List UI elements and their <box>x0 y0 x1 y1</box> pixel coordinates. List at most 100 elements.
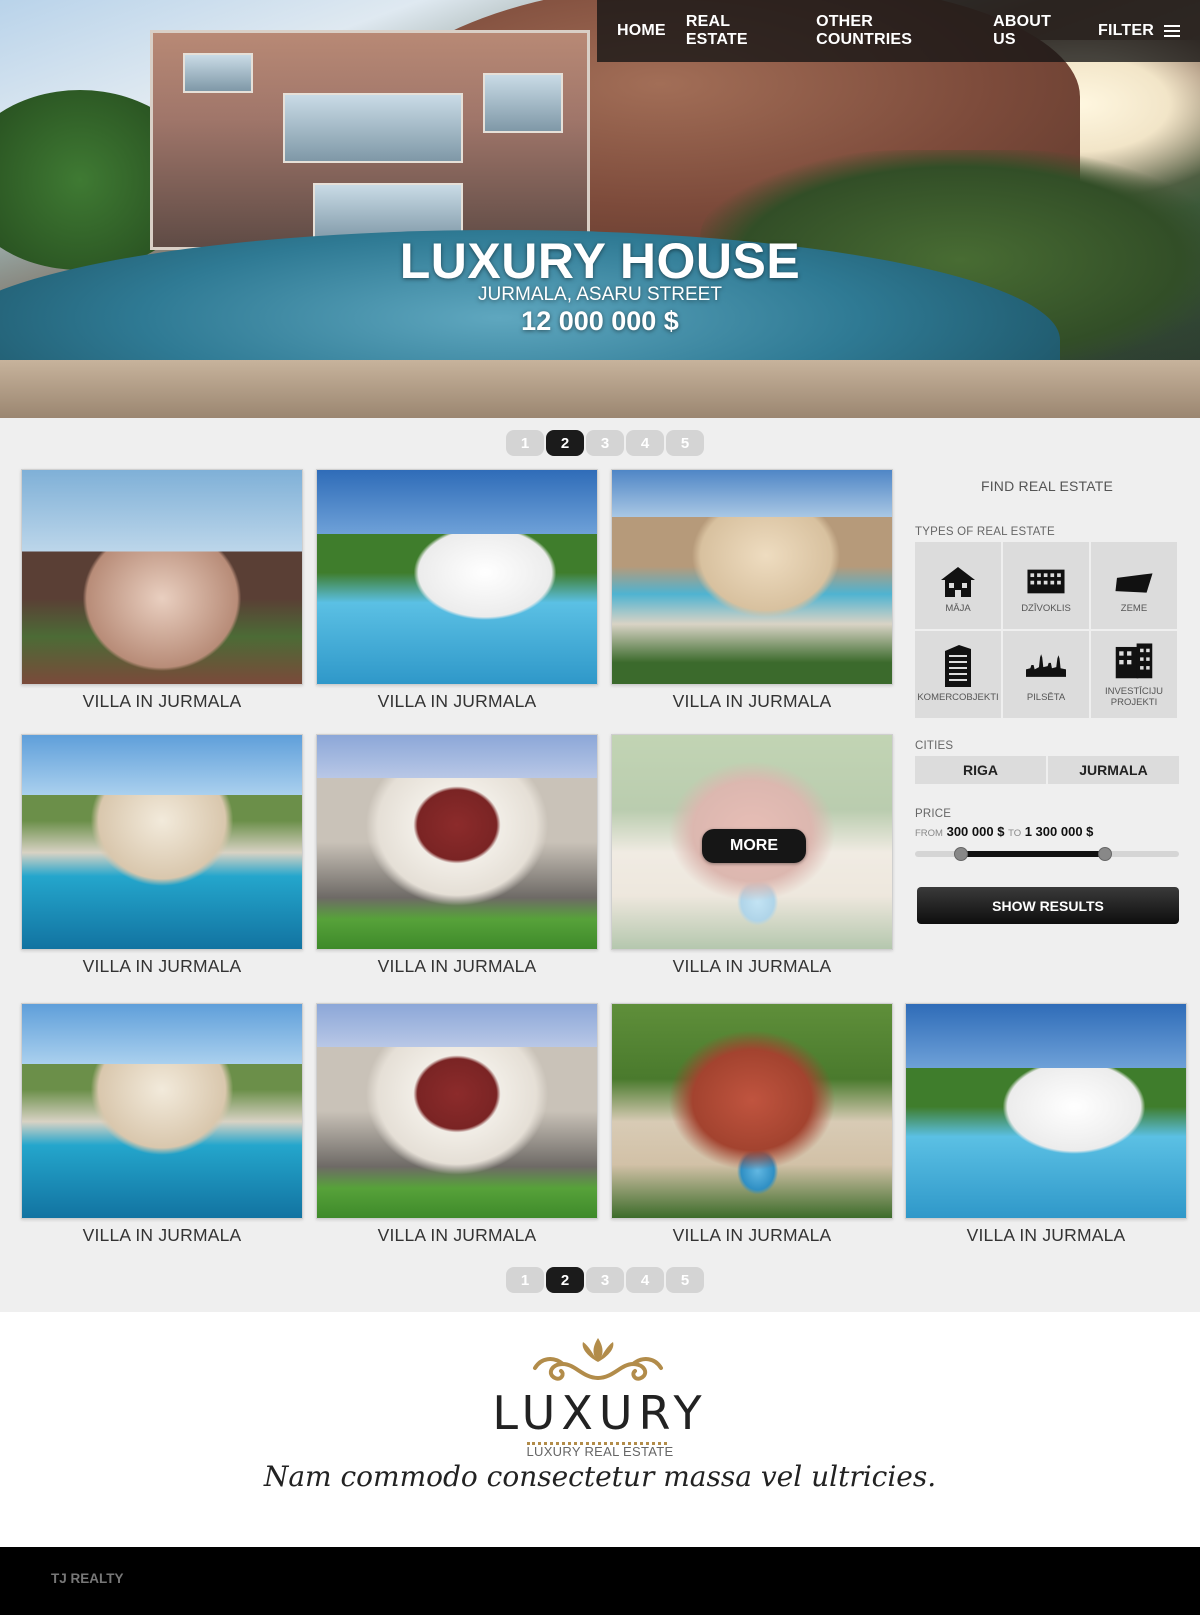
page-4-button[interactable]: 4 <box>626 430 664 456</box>
types-grid: MĀJA DZĪVOKLIS ZEME KOMERCOBJEKTI PILSĒT… <box>915 542 1179 718</box>
listing-card[interactable]: VILLA IN JURMALA <box>21 1003 303 1246</box>
city-riga-button[interactable]: RIGA <box>915 756 1046 784</box>
hero-title: LUXURY HOUSE <box>399 233 801 289</box>
listing-image[interactable] <box>316 1003 598 1219</box>
listing-image[interactable] <box>611 469 893 685</box>
listing-caption: VILLA IN JURMALA <box>377 691 537 711</box>
page-4-button[interactable]: 4 <box>626 1267 664 1293</box>
price-slider-range <box>961 851 1105 857</box>
type-apartment[interactable]: DZĪVOKLIS <box>1003 542 1089 629</box>
page-2-button[interactable]: 2 <box>546 1267 584 1293</box>
listing-image[interactable] <box>21 734 303 950</box>
listing-card[interactable]: VILLA IN JURMALA <box>611 469 893 712</box>
listing-caption: VILLA IN JURMALA <box>377 1225 537 1245</box>
type-label: INVESTĪCIJU PROJEKTI <box>1104 686 1164 708</box>
price-slider[interactable] <box>915 847 1179 861</box>
price-from-value: 300 000 $ <box>946 824 1005 839</box>
price-min-handle[interactable] <box>954 847 968 861</box>
cities-label: CITIES <box>915 740 954 752</box>
type-investment[interactable]: INVESTĪCIJU PROJEKTI <box>1091 631 1177 718</box>
hero-location: JURMALA, ASARU STREET <box>478 284 722 305</box>
listing-caption: VILLA IN JURMALA <box>377 956 537 976</box>
listing-caption: VILLA IN JURMALA <box>82 956 242 976</box>
menu-icon <box>1164 25 1181 37</box>
apartment-building-icon <box>1026 558 1066 598</box>
listing-caption: VILLA IN JURMALA <box>672 1225 832 1245</box>
page-3-button[interactable]: 3 <box>586 430 624 456</box>
type-city[interactable]: PILSĒTA <box>1003 631 1089 718</box>
price-from-label: FROM <box>915 828 943 839</box>
listing-image[interactable] <box>611 1003 893 1219</box>
listing-image[interactable]: MORE <box>611 734 893 950</box>
listing-image[interactable] <box>21 1003 303 1219</box>
hero-price: 12 000 000 $ <box>521 306 679 336</box>
nav-home[interactable]: HOME <box>617 22 666 40</box>
search-sidebar: FIND REAL ESTATE TYPES OF REAL ESTATE MĀ… <box>915 460 1179 924</box>
more-button[interactable]: MORE <box>702 829 806 863</box>
listing-card-hovered[interactable]: MORE VILLA IN JURMALA <box>611 734 893 977</box>
pagination-bottom: 1 2 3 4 5 <box>506 1267 704 1293</box>
listing-image[interactable] <box>316 734 598 950</box>
nav-filter[interactable]: FILTER <box>1098 22 1181 40</box>
price-label: PRICE <box>915 808 952 820</box>
house-icon <box>938 558 978 598</box>
tagline: Nam commodo consectetur massa vel ultric… <box>263 1460 937 1493</box>
price-to-value: 1 300 000 $ <box>1024 824 1094 839</box>
listing-caption: VILLA IN JURMALA <box>672 691 832 711</box>
listing-image[interactable] <box>21 469 303 685</box>
page-3-button[interactable]: 3 <box>586 1267 624 1293</box>
type-house[interactable]: MĀJA <box>915 542 1001 629</box>
page-1-button[interactable]: 1 <box>506 1267 544 1293</box>
listing-card[interactable]: VILLA IN JURMALA <box>905 1003 1187 1246</box>
price-range-readout: FROM 300 000 $ TO 1 300 000 $ <box>915 824 1179 839</box>
pagination-top: 1 2 3 4 5 <box>506 430 704 456</box>
price-to-label: TO <box>1008 828 1022 839</box>
investment-building-icon <box>1114 641 1154 681</box>
office-tower-icon <box>938 644 978 687</box>
type-label: PILSĒTA <box>1026 691 1066 703</box>
sidebar-title: FIND REAL ESTATE <box>980 478 1114 494</box>
types-label: TYPES OF REAL ESTATE <box>915 526 1055 538</box>
listing-image[interactable] <box>316 469 598 685</box>
page-1-button[interactable]: 1 <box>506 430 544 456</box>
main-nav: HOME REAL ESTATE OTHER COUNTRIES ABOUT U… <box>597 0 1200 62</box>
listing-caption: VILLA IN JURMALA <box>82 1225 242 1245</box>
footer-brand[interactable]: TJ REALTY <box>51 1571 124 1586</box>
page-2-button[interactable]: 2 <box>546 430 584 456</box>
city-jurmala-button[interactable]: JURMALA <box>1048 756 1179 784</box>
crown-ornament-icon <box>523 1334 673 1391</box>
type-label: DZĪVOKLIS <box>1021 602 1071 614</box>
type-land[interactable]: ZEME <box>1091 542 1177 629</box>
listing-card[interactable]: VILLA IN JURMALA <box>316 1003 598 1246</box>
hero-banner: HOME REAL ESTATE OTHER COUNTRIES ABOUT U… <box>0 0 1200 418</box>
land-icon <box>1114 558 1154 598</box>
listing-image[interactable] <box>905 1003 1187 1219</box>
type-label: ZEME <box>1120 602 1148 614</box>
nav-about-us[interactable]: ABOUT US <box>993 13 1078 49</box>
hero-house <box>150 30 590 250</box>
show-results-button[interactable]: SHOW RESULTS <box>917 887 1179 924</box>
hero-deck <box>0 360 1200 418</box>
type-commercial[interactable]: KOMERCOBJEKTI <box>915 631 1001 718</box>
nav-other-countries[interactable]: OTHER COUNTRIES <box>816 13 973 49</box>
type-label: MĀJA <box>945 602 971 614</box>
listing-card[interactable]: VILLA IN JURMALA <box>21 734 303 977</box>
type-label: KOMERCOBJEKTI <box>917 691 999 703</box>
city-selector: RIGA JURMALA <box>915 756 1179 784</box>
listing-card[interactable]: VILLA IN JURMALA <box>316 734 598 977</box>
logo-section: LUXURY LUXURY REAL ESTATE Nam commodo co… <box>0 1312 1200 1547</box>
logo-subtitle: LUXURY REAL ESTATE <box>526 1444 674 1459</box>
footer: TJ REALTY <box>0 1547 1200 1615</box>
listing-caption: VILLA IN JURMALA <box>966 1225 1126 1245</box>
listing-card[interactable]: VILLA IN JURMALA <box>21 469 303 712</box>
page-5-button[interactable]: 5 <box>666 1267 704 1293</box>
listing-caption: VILLA IN JURMALA <box>672 956 832 976</box>
page-5-button[interactable]: 5 <box>666 430 704 456</box>
logo-wordmark: LUXURY <box>492 1386 708 1440</box>
listing-card[interactable]: VILLA IN JURMALA <box>316 469 598 712</box>
nav-real-estate[interactable]: REAL ESTATE <box>686 13 796 49</box>
listing-caption: VILLA IN JURMALA <box>82 691 242 711</box>
nav-filter-label: FILTER <box>1098 22 1155 39</box>
listing-card[interactable]: VILLA IN JURMALA <box>611 1003 893 1246</box>
price-max-handle[interactable] <box>1098 847 1112 861</box>
